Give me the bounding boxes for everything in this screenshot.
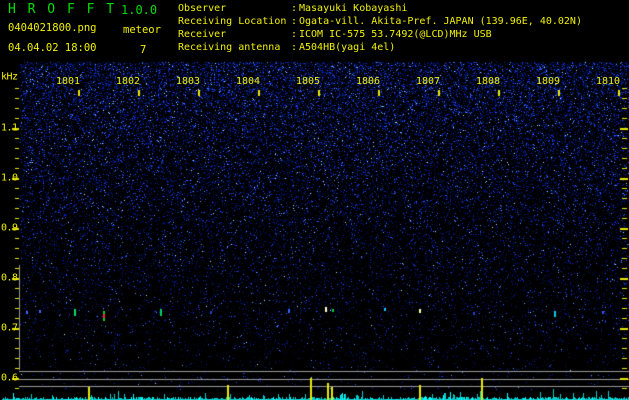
freq-label-1.0: 1.0	[1, 172, 18, 184]
freq-axis-unit: kHz	[1, 71, 18, 83]
time-label-1801: 1801	[55, 76, 81, 87]
info-value: Ogata-vill. Akita-Pref. JAPAN (139.96E, …	[299, 16, 582, 27]
meteor-count: 7	[140, 44, 147, 56]
mode-label: meteor	[123, 24, 161, 36]
hrofft-window: H R O F F T 1.0.0 0404021800.png meteor …	[0, 0, 629, 400]
info-value: Masayuki Kobayashi	[299, 3, 408, 14]
info-label: Receiving antenna	[178, 42, 281, 53]
time-label-1802: 1802	[115, 76, 141, 87]
time-label-1805: 1805	[295, 76, 321, 87]
info-label: Receiver	[178, 29, 227, 40]
info-label: Observer	[178, 3, 227, 14]
time-label-1804: 1804	[235, 76, 261, 87]
time-label-1808: 1808	[475, 76, 501, 87]
observation-datetime: 04.04.02 18:00	[8, 42, 97, 54]
info-separator: :	[291, 3, 298, 14]
freq-label-0.6: 0.6	[1, 372, 18, 384]
info-separator: :	[291, 16, 298, 27]
app-version: 1.0.0	[121, 3, 158, 17]
time-label-1807: 1807	[415, 76, 441, 87]
info-separator: :	[291, 42, 298, 53]
freq-label-0.8: 0.8	[1, 272, 18, 284]
time-label-1803: 1803	[175, 76, 201, 87]
time-label-1810: 1810	[595, 76, 621, 87]
info-label: Receiving Location	[178, 16, 287, 27]
info-row-antenna: Receiving antenna: A504HB(yagi 4el)	[178, 42, 395, 53]
freq-label-0.7: 0.7	[1, 322, 18, 334]
app-title: H R O F F T	[8, 2, 117, 17]
info-row-receiver: Receiver: ICOM IC-575 53.7492(@LCD)MHz US…	[178, 29, 492, 40]
time-label-1806: 1806	[355, 76, 381, 87]
freq-label-1.1: 1.1	[1, 122, 18, 134]
info-value: A504HB(yagi 4el)	[299, 42, 396, 53]
time-label-1809: 1809	[535, 76, 561, 87]
output-filename: 0404021800.png	[8, 22, 97, 34]
info-row-observer: Observer: Masayuki Kobayashi	[178, 3, 407, 14]
freq-label-0.9: 0.9	[1, 222, 18, 234]
info-row-location: Receiving Location: Ogata-vill. Akita-Pre…	[178, 16, 582, 27]
info-value: ICOM IC-575 53.7492(@LCD)MHz USB	[299, 29, 492, 40]
spectrogram-canvas	[0, 0, 629, 400]
info-separator: :	[291, 29, 298, 40]
